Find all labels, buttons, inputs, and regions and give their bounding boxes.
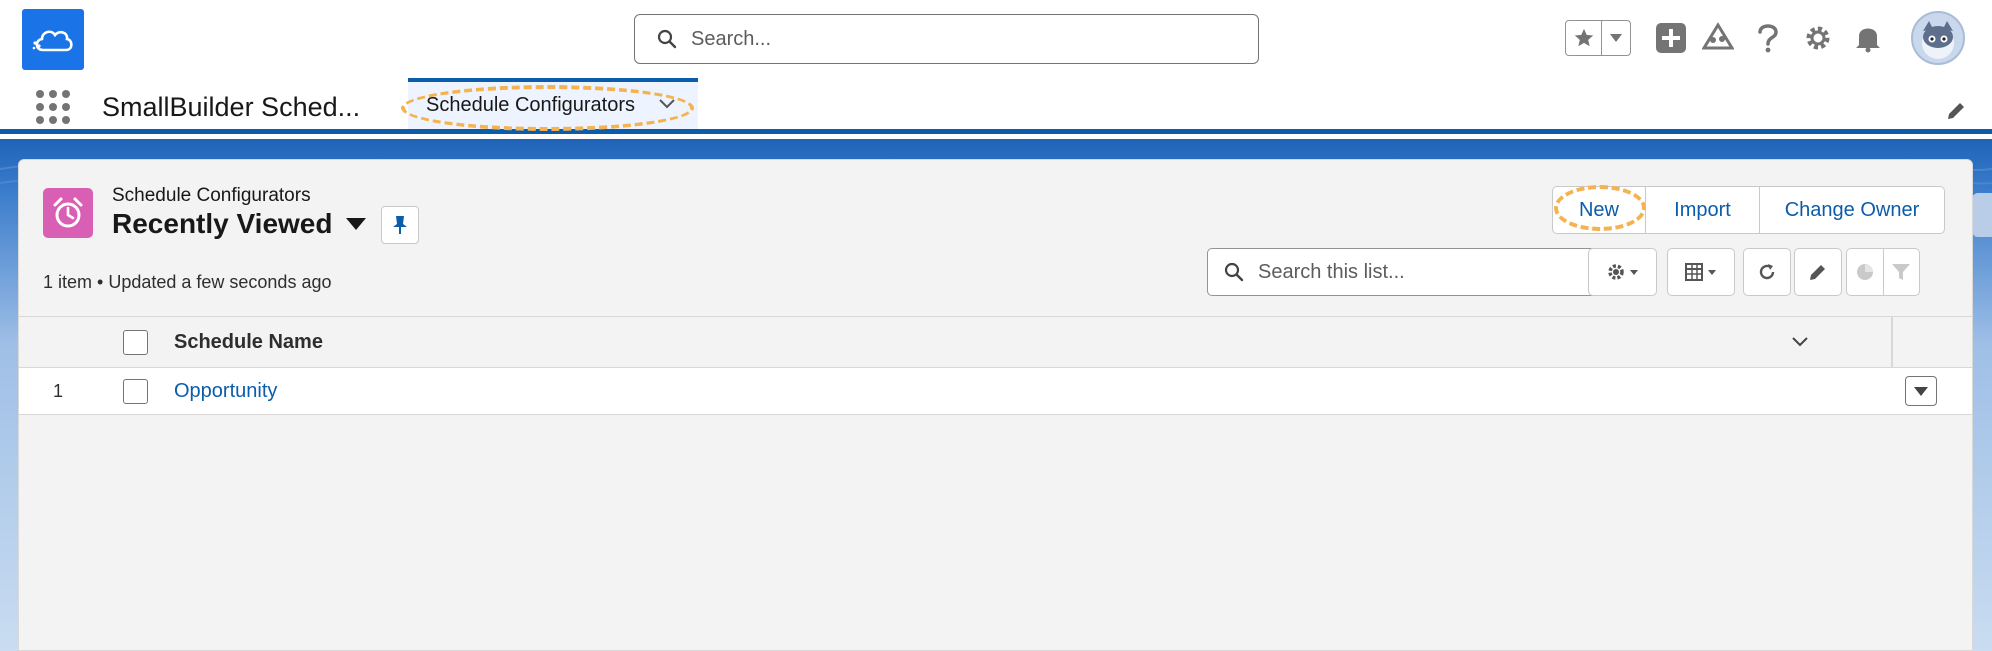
- cloud-logo-icon[interactable]: [22, 9, 84, 70]
- edit-list-button[interactable]: [1794, 248, 1842, 296]
- help-icon[interactable]: [1750, 20, 1786, 56]
- alarm-clock-icon: [43, 188, 93, 238]
- filter-icon[interactable]: [1884, 249, 1920, 295]
- star-icon[interactable]: [1566, 21, 1602, 55]
- navigation-bar: SmallBuilder Sched... Schedule Configura…: [0, 78, 1992, 134]
- tab-label: Schedule Configurators: [426, 94, 636, 116]
- list-view-card: Schedule Configurators Recently Viewed 1…: [18, 159, 1973, 651]
- favorites-group: [1565, 20, 1631, 56]
- app-launcher-icon[interactable]: [36, 90, 70, 124]
- pencil-icon: [1810, 265, 1825, 280]
- chevron-down-icon[interactable]: [1789, 331, 1811, 353]
- table-row: 1 Opportunity: [19, 368, 1972, 415]
- change-owner-button[interactable]: Change Owner: [1760, 187, 1944, 233]
- caret-down-icon: [1914, 386, 1928, 396]
- chevron-down-icon[interactable]: [1602, 21, 1630, 55]
- bell-icon[interactable]: [1850, 20, 1886, 56]
- gear-icon[interactable]: [1800, 20, 1836, 56]
- global-search-input[interactable]: Search...: [634, 14, 1259, 64]
- global-header: Search...: [0, 0, 1992, 78]
- trailhead-icon[interactable]: [1700, 20, 1736, 56]
- table-header: Schedule Name: [19, 316, 1972, 369]
- row-actions-button[interactable]: [1905, 376, 1937, 406]
- app-name: SmallBuilder Sched...: [102, 92, 361, 122]
- list-settings-button[interactable]: [1588, 248, 1657, 296]
- list-view-selector[interactable]: Recently Viewed: [112, 208, 367, 240]
- row-checkbox[interactable]: [123, 379, 148, 404]
- list-search-placeholder: Search this list...: [1258, 260, 1405, 283]
- refresh-button[interactable]: [1743, 248, 1791, 296]
- display-as-button[interactable]: [1667, 248, 1735, 296]
- column-divider: [1891, 317, 1893, 369]
- chart-icon[interactable]: [1847, 249, 1884, 295]
- table-icon: [1685, 263, 1716, 281]
- gear-icon: [1607, 264, 1638, 280]
- side-panel-toggle[interactable]: [1972, 193, 1992, 237]
- new-button[interactable]: New: [1553, 187, 1646, 233]
- search-icon: [657, 29, 677, 49]
- select-all-checkbox[interactable]: [123, 330, 148, 355]
- object-label: Schedule Configurators: [112, 185, 311, 206]
- pin-icon: [393, 216, 407, 234]
- chevron-down-icon[interactable]: [658, 98, 676, 110]
- plus-icon[interactable]: [1653, 20, 1689, 56]
- record-link-opportunity[interactable]: Opportunity: [174, 380, 277, 403]
- refresh-icon: [1759, 264, 1775, 280]
- avatar[interactable]: [1911, 11, 1965, 65]
- list-view-title: Recently Viewed: [112, 208, 333, 239]
- tab-schedule-configurators[interactable]: Schedule Configurators: [408, 78, 698, 129]
- row-number: 1: [53, 381, 64, 401]
- pin-button[interactable]: [381, 206, 419, 244]
- chart-filter-group: [1846, 248, 1920, 296]
- search-icon: [1224, 262, 1244, 282]
- caret-down-icon[interactable]: [346, 218, 367, 230]
- column-header-schedule-name[interactable]: Schedule Name: [174, 331, 323, 354]
- list-actions-group: New Import Change Owner: [1552, 186, 1945, 234]
- list-search-input[interactable]: Search this list...: [1207, 248, 1600, 296]
- list-metadata: 1 item • Updated a few seconds ago: [43, 272, 332, 292]
- global-search-placeholder: Search...: [691, 27, 772, 50]
- import-button[interactable]: Import: [1646, 187, 1760, 233]
- pencil-icon[interactable]: [1945, 100, 1967, 127]
